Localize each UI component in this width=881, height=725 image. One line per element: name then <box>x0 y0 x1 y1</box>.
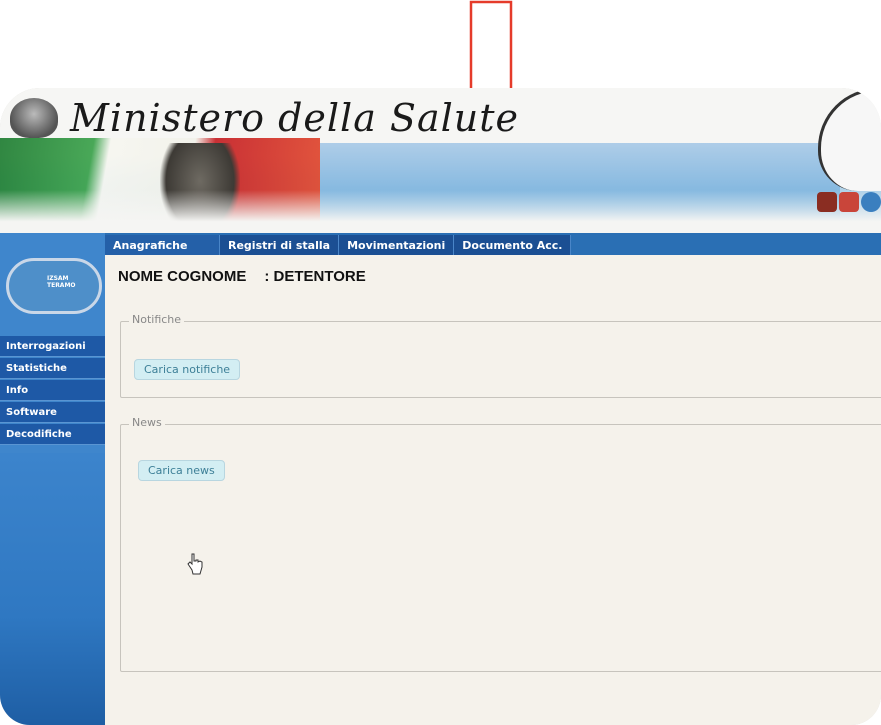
emblem-icon <box>10 98 58 138</box>
logo-text: IZSAM TERAMO <box>47 275 76 289</box>
notifiche-legend: Notifiche <box>129 313 185 326</box>
user-info: NOME COGNOME : DETENTORE <box>118 268 366 285</box>
sidebar-item-interrogazioni[interactable]: Interrogazioni <box>0 336 105 357</box>
user-icon[interactable] <box>861 192 881 212</box>
news-legend: News <box>129 416 165 429</box>
nav-registri-di-stalla[interactable]: Registri di stalla <box>220 235 340 256</box>
pointer-hand-icon <box>187 553 203 575</box>
nav-movimentazioni[interactable]: Movimentazioni <box>339 235 455 256</box>
ministry-title: Ministero della Salute <box>70 96 519 140</box>
user-name: NOME COGNOME <box>118 268 247 285</box>
main-nav: Anagrafiche Registri di stalla Movimenta… <box>105 235 572 256</box>
izsam-logo: IZSAM TERAMO <box>6 258 102 314</box>
house-icon[interactable] <box>817 192 837 212</box>
sidebar-item-decodifiche[interactable]: Decodifiche <box>0 424 105 445</box>
sidebar-item-info[interactable]: Info <box>0 380 105 401</box>
user-role: : DETENTORE <box>264 268 366 285</box>
header-icons <box>817 192 881 212</box>
carica-notifiche-button[interactable]: Carica notifiche <box>134 359 241 380</box>
nav-documento-acc[interactable]: Documento Acc. <box>454 235 572 256</box>
header-fade <box>0 190 881 235</box>
carica-news-button[interactable]: Carica news <box>138 460 225 481</box>
sidebar-item-software[interactable]: Software <box>0 402 105 423</box>
nav-anagrafiche[interactable]: Anagrafiche <box>105 235 220 256</box>
sidebar-lower <box>0 453 105 725</box>
monitor-screen: Ministero della Salute Anagrafiche Regis… <box>0 88 881 725</box>
house-icon[interactable] <box>839 192 859 212</box>
news-fieldset: News <box>120 416 881 672</box>
sidebar-item-statistiche[interactable]: Statistiche <box>0 358 105 379</box>
